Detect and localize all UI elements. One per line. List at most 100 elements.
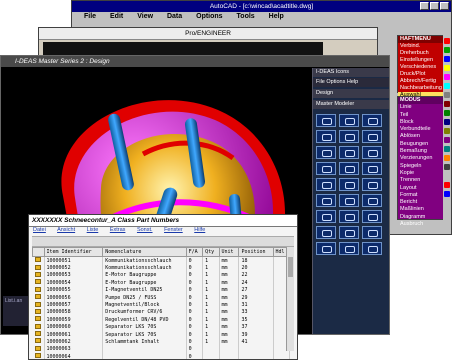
screen-menu-item[interactable]: Verbind.	[398, 43, 448, 50]
menu-hilfe[interactable]: Hilfe	[194, 227, 205, 233]
ideas-tool-icon[interactable]	[362, 178, 382, 191]
screen-menu-item[interactable]: Teil	[398, 112, 448, 119]
table-row[interactable]: 10000052 Kommunikationsschlauch 0 1 mm 20	[32, 264, 291, 272]
color-tool-icon[interactable]	[444, 164, 450, 170]
screen-menu-item[interactable]: Verschiedenes	[398, 64, 448, 71]
ideas-tool-icon[interactable]	[316, 226, 336, 239]
screen-menu-item[interactable]: Maßlinien	[398, 206, 448, 213]
ideas-tool-icon[interactable]	[339, 210, 359, 223]
col-qty[interactable]: Qty	[202, 247, 220, 257]
menu-liste[interactable]: Liste	[87, 227, 99, 233]
screen-menu-item[interactable]: Linie	[398, 104, 448, 111]
screen-menu-item[interactable]: Kopie	[398, 170, 448, 177]
icon-panel-menu[interactable]: File Options Help	[313, 78, 389, 87]
ideas-tool-icon[interactable]	[316, 130, 336, 143]
menu-tools[interactable]: Tools	[237, 13, 255, 20]
color-tool-icon[interactable]	[444, 47, 450, 53]
menu-help[interactable]: Help	[269, 13, 284, 20]
table-row[interactable]: 10000057 Magnetventil/Block 0 1 mm 31	[32, 301, 291, 309]
screen-menu-item[interactable]: Layout	[398, 185, 448, 192]
table-row[interactable]: 10000063 0	[32, 345, 291, 354]
color-tool-icon[interactable]	[444, 182, 450, 188]
ideas-tool-icon[interactable]	[339, 130, 359, 143]
screen-menu-item[interactable]: Bemaßung	[398, 148, 448, 155]
table-row[interactable]: 10000061 Separator LKS 70S 0 1 mm 39	[32, 330, 291, 339]
color-tool-icon[interactable]	[444, 173, 450, 179]
screen-menu-item[interactable]: Einstellungen	[398, 57, 448, 64]
screen-menu-item[interactable]: Abbrech/Fertig	[398, 78, 448, 85]
color-tool-icon[interactable]	[444, 110, 450, 116]
menu-extras[interactable]: Extras	[110, 227, 126, 233]
menu-edit[interactable]: Edit	[110, 13, 123, 20]
menu-view[interactable]: View	[137, 13, 153, 20]
table-row[interactable]: 10000056 Pumpe DN25 / FUSS 0 1 mm 29	[32, 293, 291, 302]
ideas-tool-icon[interactable]	[316, 178, 336, 191]
table-row[interactable]: 10000051 Kommunikationsschlauch 0 1 mm 18	[32, 256, 291, 265]
table-row[interactable]: 10000058 Druckumformer CRV/6 0 1 mm 33	[32, 308, 291, 317]
table-row[interactable]: 10000059 Regelventil DN/48 PVD 0 1 mm 35	[32, 316, 291, 324]
ideas-tool-icon[interactable]	[362, 130, 382, 143]
close-button[interactable]	[440, 2, 449, 10]
ideas-tool-icon[interactable]	[362, 146, 382, 159]
table-row[interactable]: 10000060 Separator LKS 70S 0 1 mm 37	[32, 323, 291, 331]
color-tool-icon[interactable]	[444, 119, 450, 125]
color-tool-icon[interactable]	[444, 137, 450, 143]
color-tool-icon[interactable]	[444, 191, 450, 197]
col-fa[interactable]: F/A	[185, 247, 204, 257]
ideas-tool-icon[interactable]	[362, 194, 382, 207]
screen-menu-item[interactable]: Verbundteile	[398, 126, 448, 133]
screen-menu-item[interactable]: Dreherbuch	[398, 50, 448, 57]
ideas-tool-icon[interactable]	[362, 226, 382, 239]
ideas-tool-icon[interactable]	[316, 162, 336, 175]
ideas-tool-icon[interactable]	[316, 114, 336, 127]
color-tool-icon[interactable]	[444, 74, 450, 80]
menu-fenster[interactable]: Fenster	[164, 227, 183, 233]
screen-menu-item[interactable]: Ablösen	[398, 133, 448, 140]
menu-options[interactable]: Options	[196, 13, 222, 20]
color-tool-icon[interactable]	[444, 128, 450, 134]
screen-menu-item[interactable]: Nachbearbeitung	[398, 85, 448, 92]
col-item-identifier[interactable]: Item Identifier	[43, 247, 104, 257]
ideas-tool-icon[interactable]	[362, 210, 382, 223]
col-unit[interactable]: Unit	[218, 247, 240, 257]
ideas-tool-icon[interactable]	[339, 194, 359, 207]
color-tool-icon[interactable]	[444, 92, 450, 98]
ideas-tool-icon[interactable]	[339, 242, 359, 255]
screen-menu-item[interactable]: Trennen	[398, 177, 448, 184]
menu-ansicht[interactable]: Ansicht	[57, 227, 75, 233]
ideas-tool-icon[interactable]	[362, 162, 382, 175]
ideas-tool-icon[interactable]	[339, 146, 359, 159]
table-row[interactable]: 10000055 I-Magnetventil DN25 0 1 mm 27	[32, 286, 291, 294]
ideas-tool-icon[interactable]	[316, 210, 336, 223]
ideas-tool-icon[interactable]	[362, 242, 382, 255]
col-nomenclature[interactable]: Nomenclature	[102, 247, 187, 257]
color-tool-icon[interactable]	[444, 83, 450, 89]
color-tool-icon[interactable]	[444, 146, 450, 152]
ideas-tool-icon[interactable]	[316, 194, 336, 207]
menu-sonst[interactable]: Sonst.	[137, 227, 153, 233]
screen-menu-item[interactable]: Block	[398, 119, 448, 126]
screen-menu-item[interactable]: Bericht	[398, 199, 448, 206]
screen-menu-item[interactable]: Verzierungen	[398, 155, 448, 162]
color-tool-icon[interactable]	[444, 38, 450, 44]
minimize-button[interactable]	[420, 2, 429, 10]
ideas-tool-icon[interactable]	[362, 114, 382, 127]
color-tool-icon[interactable]	[444, 56, 450, 62]
ideas-tool-icon[interactable]	[316, 242, 336, 255]
color-tool-icon[interactable]	[444, 155, 450, 161]
ideas-tool-icon[interactable]	[316, 146, 336, 159]
ideas-tool-icon[interactable]	[339, 226, 359, 239]
table-row[interactable]: 10000053 E-Motor Baugruppe 0 1 mm 22	[32, 271, 291, 280]
menu-file[interactable]: File	[84, 13, 96, 20]
menu-data[interactable]: Data	[167, 13, 182, 20]
table-row[interactable]: 10000064 0	[32, 353, 291, 359]
ideas-tool-icon[interactable]	[339, 162, 359, 175]
screen-menu-item[interactable]: Druck/Plot	[398, 71, 448, 78]
color-tool-icon[interactable]	[444, 101, 450, 107]
screen-menu-item[interactable]: Diagramm	[398, 214, 448, 221]
screen-menu-item[interactable]: Format	[398, 192, 448, 199]
menu-datei[interactable]: Datei	[33, 227, 46, 233]
screen-menu-item[interactable]: Ausbruch	[398, 221, 448, 228]
color-tool-icon[interactable]	[444, 65, 450, 71]
screen-menu-item[interactable]: Spiegeln	[398, 163, 448, 170]
